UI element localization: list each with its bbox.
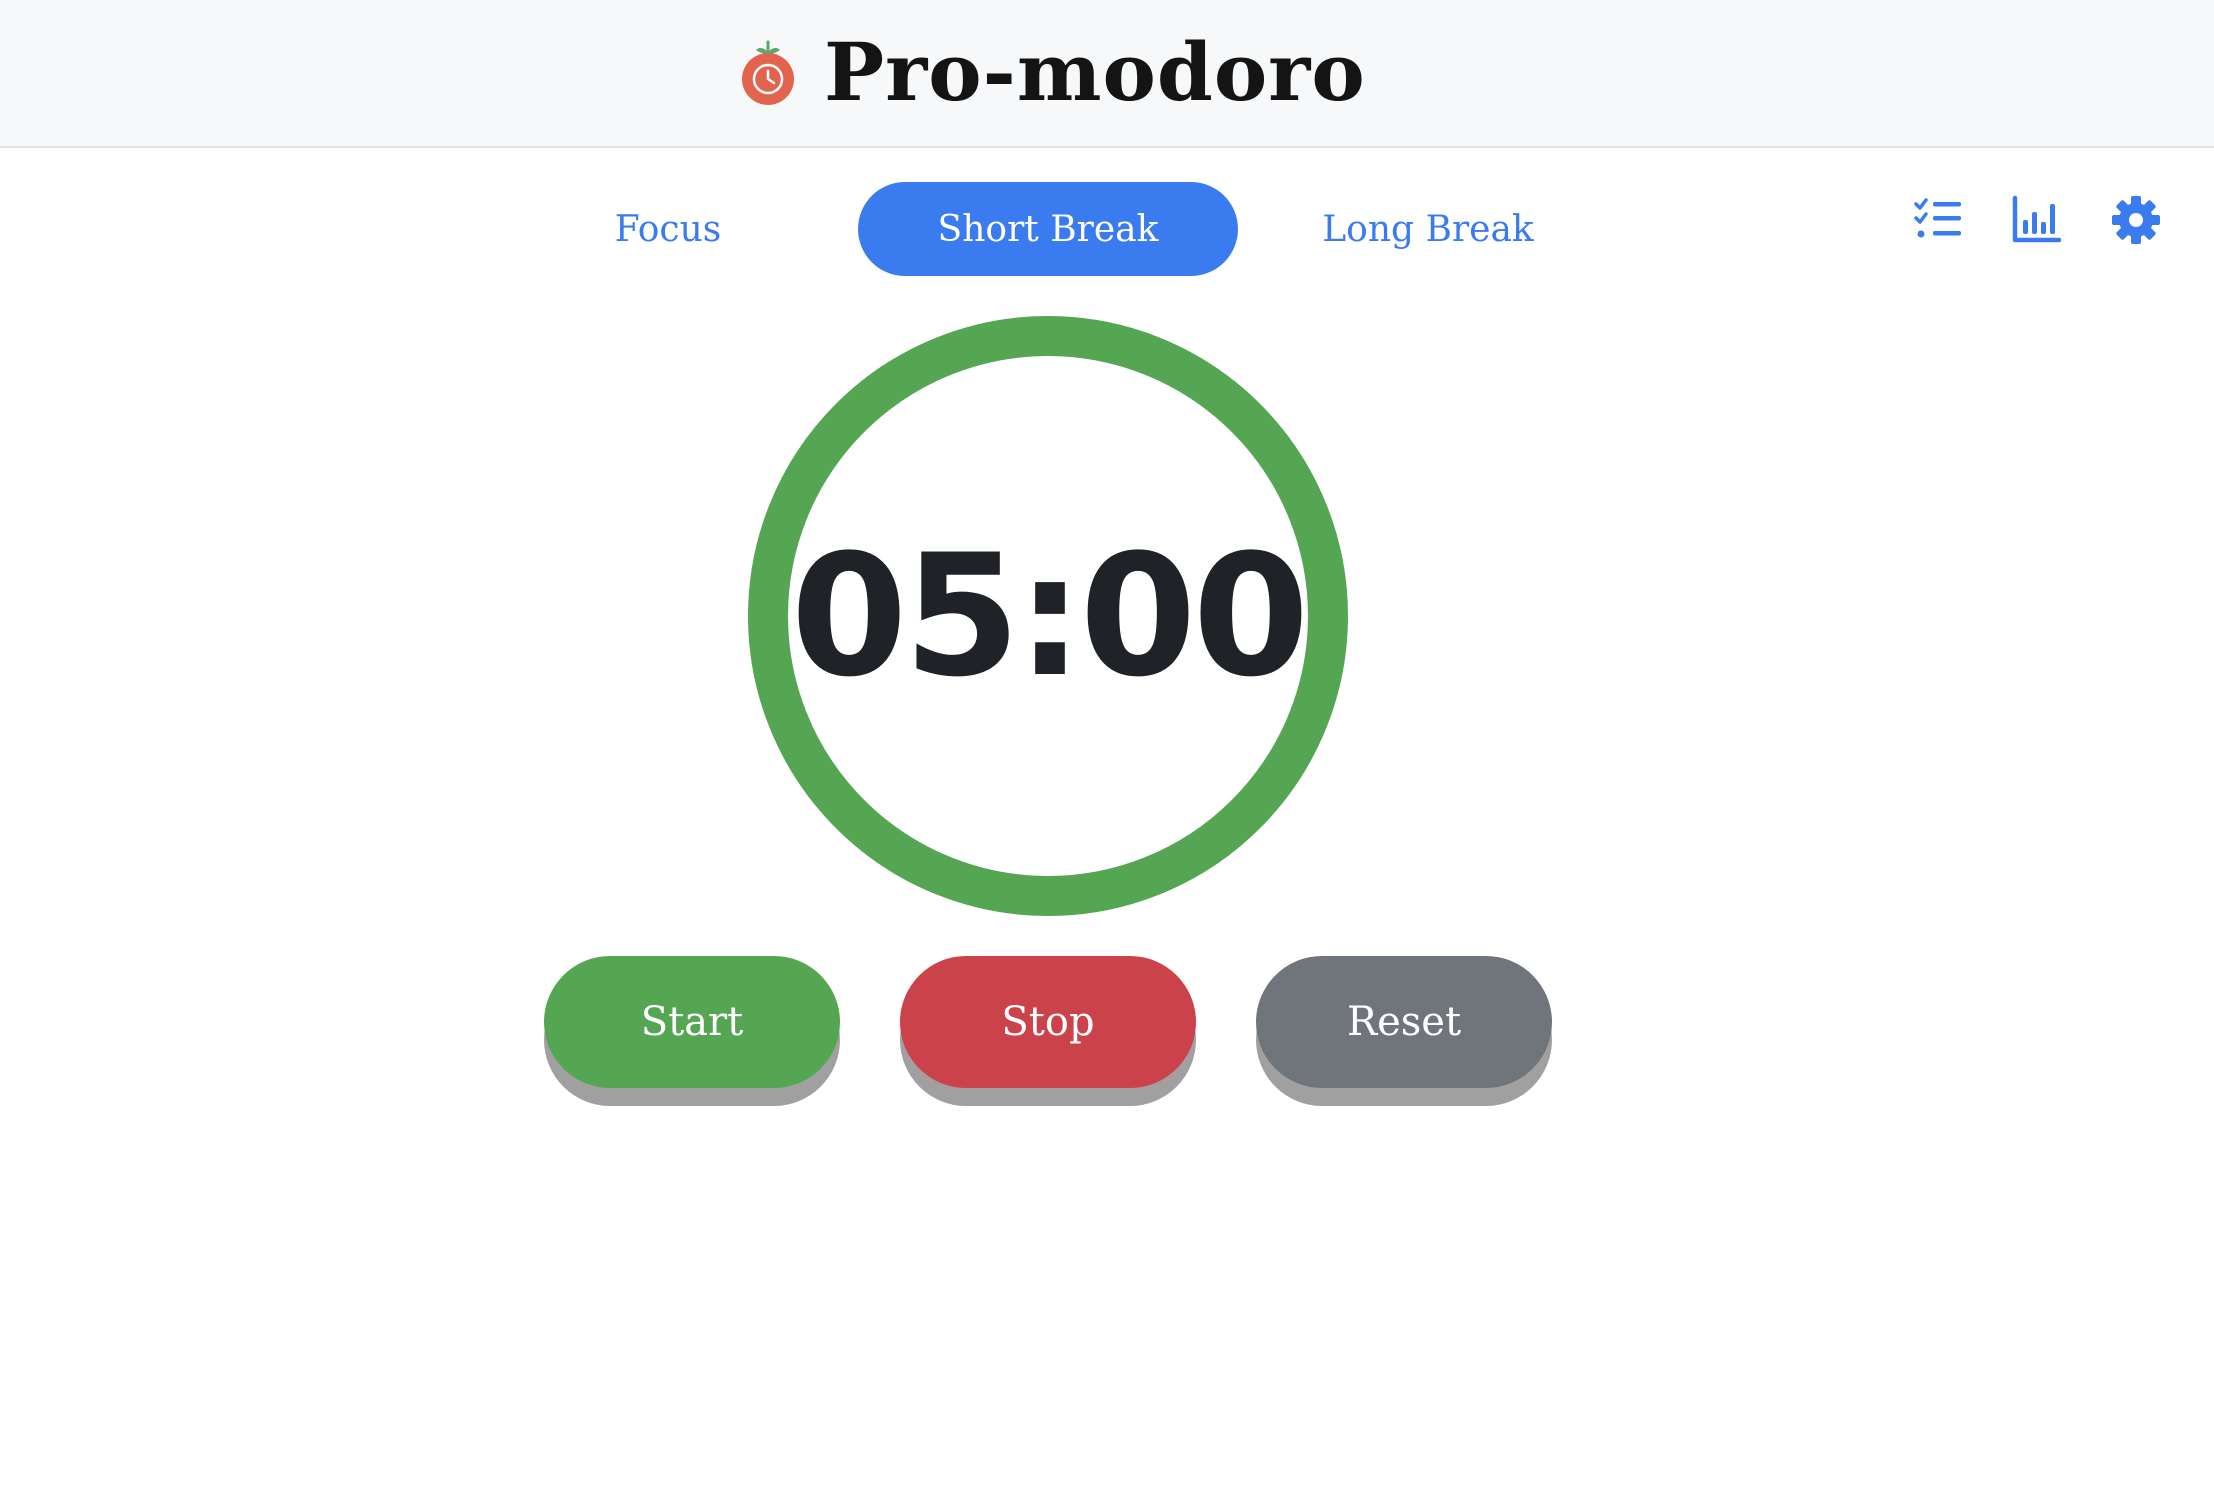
stop-button[interactable]: Stop — [900, 956, 1196, 1106]
tab-focus[interactable]: Focus — [558, 182, 778, 276]
app-title: Pro-modoro — [824, 25, 1366, 119]
start-button[interactable]: Start — [544, 956, 840, 1106]
tab-short-break[interactable]: Short Break — [858, 182, 1238, 276]
tab-long-break[interactable]: Long Break — [1308, 182, 1548, 276]
settings-gear-icon[interactable] — [2110, 194, 2162, 246]
stats-chart-icon[interactable] — [2011, 194, 2063, 246]
reset-button-label: Reset — [1256, 956, 1552, 1088]
reset-button[interactable]: Reset — [1256, 956, 1552, 1106]
tomato-timer-logo-icon — [742, 40, 794, 105]
tasks-list-icon[interactable] — [1913, 194, 1965, 246]
timer-display: 05:00 — [790, 518, 1310, 714]
app-header: Pro-modoro — [0, 0, 2214, 148]
start-button-label: Start — [544, 956, 840, 1088]
stop-button-label: Stop — [900, 956, 1196, 1088]
